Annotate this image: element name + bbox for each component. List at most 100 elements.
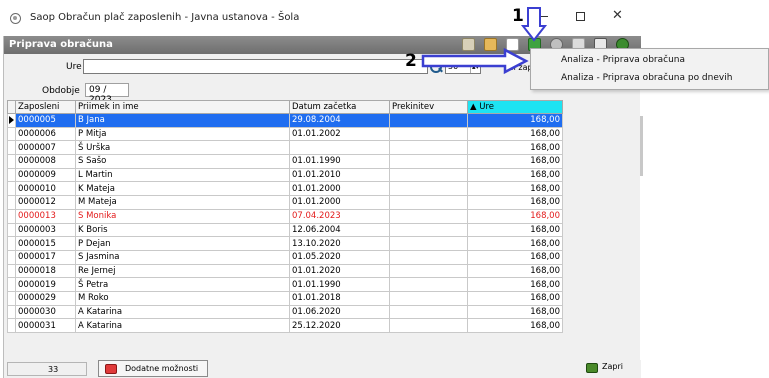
row-pointer — [7, 304, 16, 320]
count-stepper[interactable]: ▴▾ — [470, 61, 480, 73]
table-row[interactable]: 0000013 S Monika 07.04.2023 168,00 — [7, 208, 563, 224]
exit-door-icon — [586, 363, 598, 373]
table-row[interactable]: 0000017 S Jasmina 01.05.2020 168,00 — [7, 249, 563, 265]
vertical-scrollbar[interactable] — [640, 116, 643, 176]
ure-search-input[interactable] — [83, 59, 428, 74]
cell-hours: 168,00 — [467, 222, 563, 238]
cell-start-date: 01.06.2020 — [289, 304, 390, 320]
cell-termination — [389, 208, 468, 224]
calendar-icon[interactable] — [462, 38, 475, 51]
cell-employee-id: 0000031 — [15, 318, 76, 333]
cell-hours: 168,00 — [467, 126, 563, 142]
cell-employee-id: 0000005 — [15, 113, 76, 128]
column-header-prekinitev[interactable]: Prekinitev — [389, 100, 468, 114]
cell-termination — [389, 263, 468, 279]
cell-employee-id: 0000003 — [15, 222, 76, 238]
cell-employee-id: 0000010 — [15, 181, 76, 197]
cell-termination — [389, 290, 468, 306]
cell-name: M Mateja — [75, 195, 290, 210]
cell-name: A Katarina — [75, 318, 290, 333]
cell-employee-id: 0000012 — [15, 195, 76, 210]
cell-employee-id: 0000030 — [15, 304, 76, 320]
cell-hours: 168,00 — [467, 181, 563, 197]
cell-termination — [389, 140, 468, 156]
title-bar: Saop Obračun plač zaposlenih - Javna ust… — [0, 0, 640, 33]
cell-hours: 168,00 — [467, 113, 563, 128]
document-icon[interactable] — [506, 38, 519, 51]
row-pointer — [7, 181, 16, 197]
cell-employee-id: 0000013 — [15, 208, 76, 224]
cell-hours: 168,00 — [467, 249, 563, 265]
cell-employee-id: 0000029 — [15, 290, 76, 306]
cell-start-date: 01.01.2020 — [289, 263, 390, 279]
row-pointer — [7, 154, 16, 169]
cell-name: S Monika — [75, 208, 290, 224]
table-row[interactable]: 0000031 A Katarina 25.12.2020 168,00 — [7, 318, 563, 333]
cell-employee-id: 0000008 — [15, 154, 76, 169]
panel-title: Priprava obračuna — [9, 39, 113, 50]
column-header-zaposleni[interactable]: Zaposleni — [15, 100, 76, 114]
cell-name: P Mitja — [75, 126, 290, 142]
cell-start-date: 01.01.2000 — [289, 195, 390, 210]
table-row[interactable]: 0000019 Š Petra 01.01.1990 168,00 — [7, 277, 563, 292]
menu-item-analiza-po-dnevih[interactable]: Analiza - Priprava obračuna po dnevih — [561, 73, 732, 83]
table-row[interactable]: 0000012 M Mateja 01.01.2000 168,00 — [7, 195, 563, 210]
period-value: 09 / 2023 — [85, 83, 129, 105]
minimize-button[interactable] — [538, 16, 548, 17]
cell-hours: 168,00 — [467, 154, 563, 169]
row-pointer — [7, 290, 16, 306]
table-row[interactable]: 0000009 L Martin 01.01.2010 168,00 — [7, 167, 563, 183]
cell-start-date: 01.01.2000 — [289, 181, 390, 197]
table-header-row: Zaposleni Priimek in ime Datum začetka P… — [7, 100, 563, 114]
cell-start-date: 12.06.2004 — [289, 222, 390, 238]
cell-termination — [389, 195, 468, 210]
table-row[interactable]: 0000018 Re Jernej 01.01.2020 168,00 — [7, 263, 563, 279]
table-row[interactable]: 0000030 A Katarina 01.06.2020 168,00 — [7, 304, 563, 320]
table-row[interactable]: 0000006 P Mitja 01.01.2002 168,00 — [7, 126, 563, 142]
maximize-button[interactable] — [576, 12, 585, 21]
close-button[interactable]: Zapri — [586, 362, 623, 373]
table-row[interactable]: 0000010 K Mateja 01.01.2000 168,00 — [7, 181, 563, 197]
cell-start-date: 13.10.2020 — [289, 236, 390, 251]
close-button-label: Zapri — [602, 362, 623, 371]
cell-hours: 168,00 — [467, 277, 563, 292]
more-options-button[interactable]: Dodatne možnosti — [98, 360, 208, 377]
analysis-dropdown-menu: Analiza - Priprava obračuna Analiza - Pr… — [530, 48, 769, 90]
column-header-priimek-in-ime[interactable]: Priimek in ime — [75, 100, 290, 114]
step-number-2: 2 — [405, 51, 417, 71]
cell-hours: 168,00 — [467, 195, 563, 210]
row-pointer — [7, 277, 16, 292]
row-pointer — [7, 236, 16, 251]
cell-name: K Mateja — [75, 181, 290, 197]
table-row[interactable]: 0000007 Š Urška 168,00 — [7, 140, 563, 156]
folder-icon[interactable] — [484, 38, 497, 51]
step-number-1: 1 — [512, 6, 524, 26]
row-pointer — [7, 318, 16, 333]
cell-hours: 168,00 — [467, 140, 563, 156]
cell-termination — [389, 304, 468, 320]
cell-start-date: 01.01.1990 — [289, 154, 390, 169]
cell-name: P Dejan — [75, 236, 290, 251]
cell-employee-id: 0000017 — [15, 249, 76, 265]
table-row[interactable]: 0000003 K Boris 12.06.2004 168,00 — [7, 222, 563, 238]
employees-table: Zaposleni Priimek in ime Datum začetka P… — [7, 100, 563, 333]
column-header-datum-zacetka[interactable]: Datum začetka — [289, 100, 390, 114]
menu-item-analiza-priprava-obracuna[interactable]: Analiza - Priprava obračuna — [561, 55, 685, 65]
cell-name: Š Petra — [75, 277, 290, 292]
close-window-button[interactable]: ✕ — [612, 8, 623, 23]
table-row[interactable]: 0000008 S Sašo 01.01.1990 168,00 — [7, 154, 563, 169]
cell-employee-id: 0000018 — [15, 263, 76, 279]
cell-hours: 168,00 — [467, 304, 563, 320]
cell-name: M Roko — [75, 290, 290, 306]
table-row[interactable]: 0000005 B Jana 29.08.2004 168,00 — [7, 113, 563, 128]
column-header-ure[interactable]: ▲ Ure — [467, 100, 563, 114]
search-icon[interactable] — [427, 58, 444, 75]
table-row[interactable]: 0000015 P Dejan 13.10.2020 168,00 — [7, 236, 563, 251]
cell-termination — [389, 154, 468, 169]
all-employees-option[interactable]: Vsi zap — [504, 63, 532, 72]
cell-employee-id: 0000015 — [15, 236, 76, 251]
cell-name: Š Urška — [75, 140, 290, 156]
cell-employee-id: 0000006 — [15, 126, 76, 142]
table-row[interactable]: 0000029 M Roko 01.01.2018 168,00 — [7, 290, 563, 306]
cell-start-date: 01.01.1990 — [289, 277, 390, 292]
